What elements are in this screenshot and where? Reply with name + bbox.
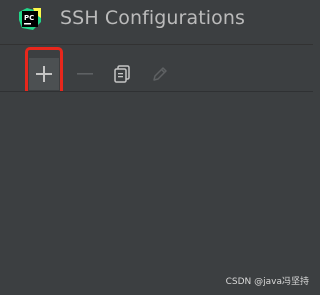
plus-icon — [36, 66, 52, 82]
title-bar: PC SSH Configurations — [0, 0, 313, 40]
copy-icon — [114, 65, 130, 83]
window-title: SSH Configurations — [60, 7, 245, 29]
pencil-icon — [153, 67, 167, 81]
watermark: CSDN @java冯坚持 — [225, 277, 309, 287]
toolbar — [0, 45, 313, 108]
pycharm-logo-icon: PC — [19, 8, 41, 30]
edit-button[interactable] — [145, 59, 175, 89]
add-button[interactable] — [29, 58, 59, 90]
ssh-configurations-list[interactable] — [0, 92, 313, 295]
copy-button[interactable] — [107, 59, 137, 89]
logo-text: PC — [24, 14, 34, 22]
minus-icon — [77, 73, 93, 75]
remove-button[interactable] — [70, 59, 100, 89]
